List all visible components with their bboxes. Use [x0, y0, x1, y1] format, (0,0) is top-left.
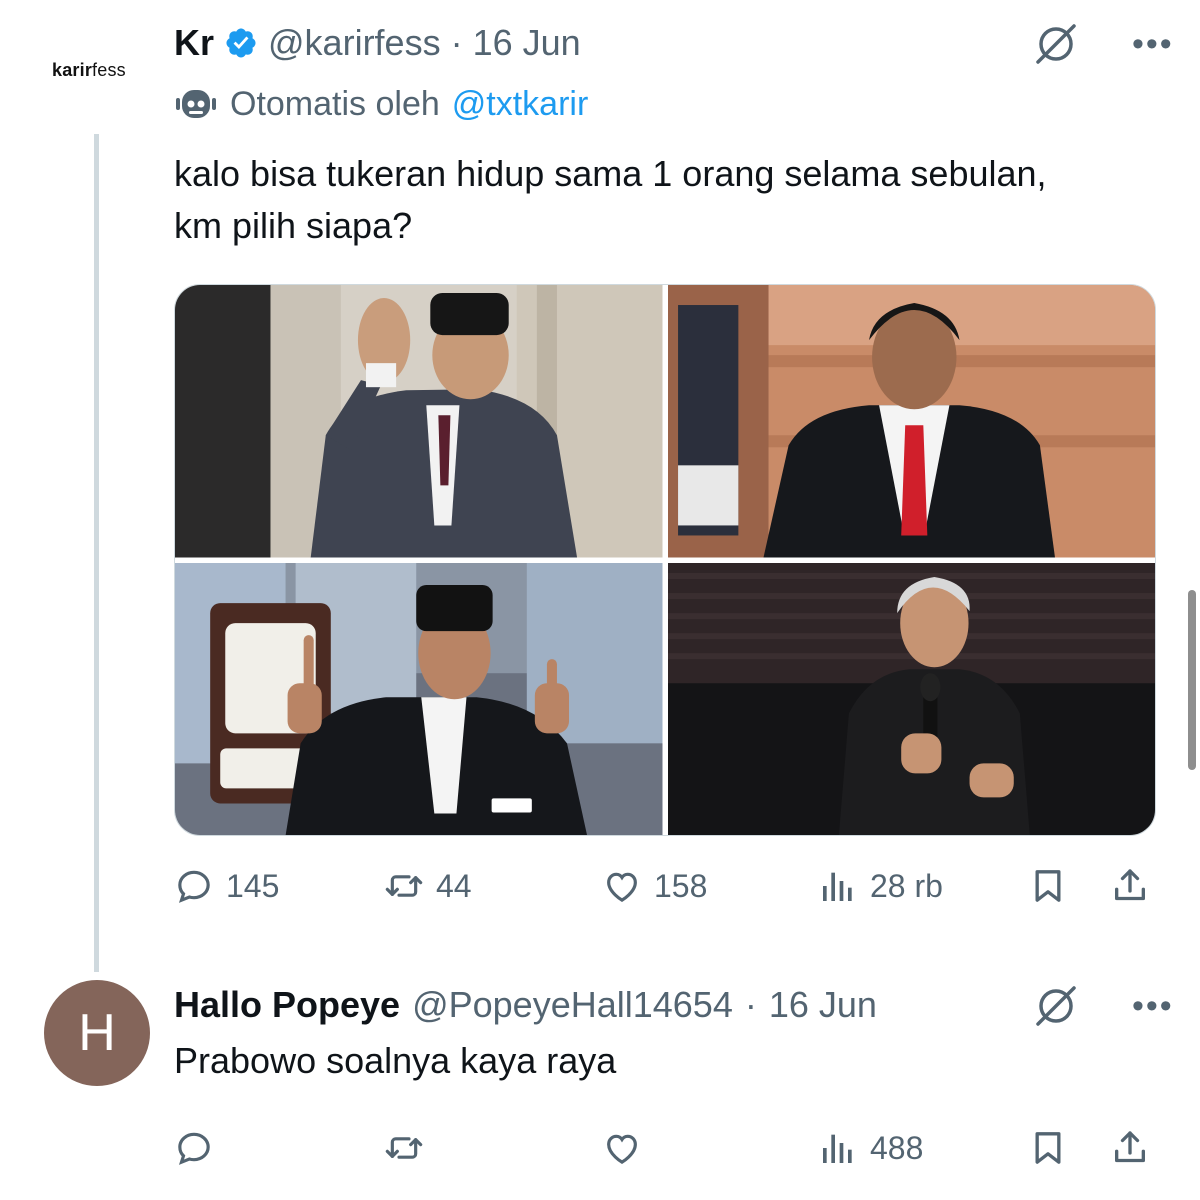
- reply-text: Prabowo soalnya kaya raya: [174, 1040, 617, 1081]
- tweet-text-line-2: km pilih siapa?: [174, 205, 413, 246]
- author-handle[interactable]: @karirfess: [268, 22, 441, 64]
- reply-count: 145: [226, 867, 280, 904]
- tweet-image-2[interactable]: [667, 285, 1155, 558]
- repost-icon: [385, 1137, 423, 1159]
- repost-count: 44: [436, 867, 472, 904]
- view-count: 28 rb: [870, 867, 943, 904]
- photo-man-red-tie: [667, 285, 1155, 558]
- grok-icon[interactable]: [1032, 20, 1080, 68]
- reply-view-count: 488: [870, 1129, 924, 1166]
- tweet-text: kalo bisa tukeran hidup sama 1 orang sel…: [174, 148, 1164, 252]
- like-button[interactable]: 158: [602, 866, 818, 906]
- photo-man-microphone-grey-hair: [667, 562, 1155, 835]
- reply-avatar[interactable]: H: [44, 980, 150, 1086]
- reply-action-bar: 488: [174, 1128, 1154, 1168]
- automated-label: Otomatis oleh @txtkarir: [174, 84, 588, 124]
- reply-icon: [178, 870, 210, 903]
- bookmark-icon: [1035, 870, 1061, 902]
- header-separator: ·: [450, 22, 463, 63]
- tweet-image-1[interactable]: [175, 285, 663, 558]
- reply-repost-button[interactable]: [384, 1128, 602, 1168]
- reply-icon: [178, 1132, 210, 1165]
- views-button[interactable]: 28 rb: [818, 866, 1028, 906]
- tweet-header: Kr @karirfess · 16 Jun: [174, 22, 581, 64]
- grok-icon[interactable]: [1032, 982, 1080, 1030]
- heart-icon: [607, 1134, 637, 1165]
- reply-header-separator: ·: [744, 984, 757, 1025]
- tweet-action-bar: 145 44 158 28 rb: [174, 866, 1154, 906]
- reply-views-button[interactable]: 488: [818, 1128, 1028, 1168]
- reply-author-name[interactable]: Hallo Popeye: [174, 984, 400, 1026]
- reply-button[interactable]: 145: [174, 866, 384, 906]
- reply-author-handle[interactable]: @PopeyeHall14654: [412, 984, 733, 1026]
- reply-share-button[interactable]: [1110, 1128, 1150, 1168]
- author-name[interactable]: Kr: [174, 22, 214, 64]
- share-button[interactable]: [1110, 866, 1150, 906]
- tweet-image-3[interactable]: [175, 562, 663, 835]
- reply-like-button[interactable]: [602, 1128, 818, 1168]
- tweet-date[interactable]: 16 Jun: [473, 22, 581, 64]
- reply-reply-button[interactable]: [174, 1128, 384, 1168]
- bookmark-button[interactable]: [1028, 866, 1110, 906]
- share-icon: [1115, 869, 1145, 901]
- share-icon: [1115, 1131, 1145, 1163]
- account-avatar-karirfess[interactable]: karirfess: [52, 60, 126, 81]
- reply-date[interactable]: 16 Jun: [769, 984, 877, 1026]
- analytics-icon: [823, 872, 852, 901]
- avatar-label-bold: karir: [52, 60, 93, 80]
- reply-bookmark-button[interactable]: [1028, 1128, 1110, 1168]
- more-options-icon[interactable]: •••: [1132, 989, 1174, 1023]
- scrollbar-thumb[interactable]: [1188, 590, 1196, 770]
- heart-icon: [607, 872, 637, 903]
- automated-prefix: Otomatis oleh: [230, 84, 440, 123]
- tweet-image-4[interactable]: [667, 562, 1155, 835]
- photo-man-black-cap-waving: [175, 285, 663, 558]
- robot-icon: [176, 90, 216, 118]
- tweet-top-actions: •••: [1032, 20, 1174, 68]
- verified-badge-icon[interactable]: [224, 26, 258, 60]
- analytics-icon: [823, 1134, 852, 1163]
- tweet-text-line-1: kalo bisa tukeran hidup sama 1 orang sel…: [174, 153, 1047, 194]
- reply-top-actions: •••: [1032, 982, 1174, 1030]
- automated-handle-link[interactable]: @txtkarir: [452, 85, 589, 124]
- thread-connector-line: [94, 134, 99, 972]
- repost-button[interactable]: 44: [384, 866, 602, 906]
- photo-man-black-cap-pointing: [175, 562, 663, 835]
- bookmark-icon: [1035, 1132, 1061, 1164]
- reply-header: Hallo Popeye @PopeyeHall14654 · 16 Jun: [174, 984, 877, 1026]
- more-options-icon[interactable]: •••: [1132, 27, 1174, 61]
- repost-icon: [385, 875, 423, 897]
- avatar-label-rest: fess: [92, 60, 126, 80]
- tweet-media-grid: [174, 284, 1156, 836]
- reply-avatar-letter: H: [78, 1004, 116, 1062]
- like-count: 158: [654, 867, 708, 904]
